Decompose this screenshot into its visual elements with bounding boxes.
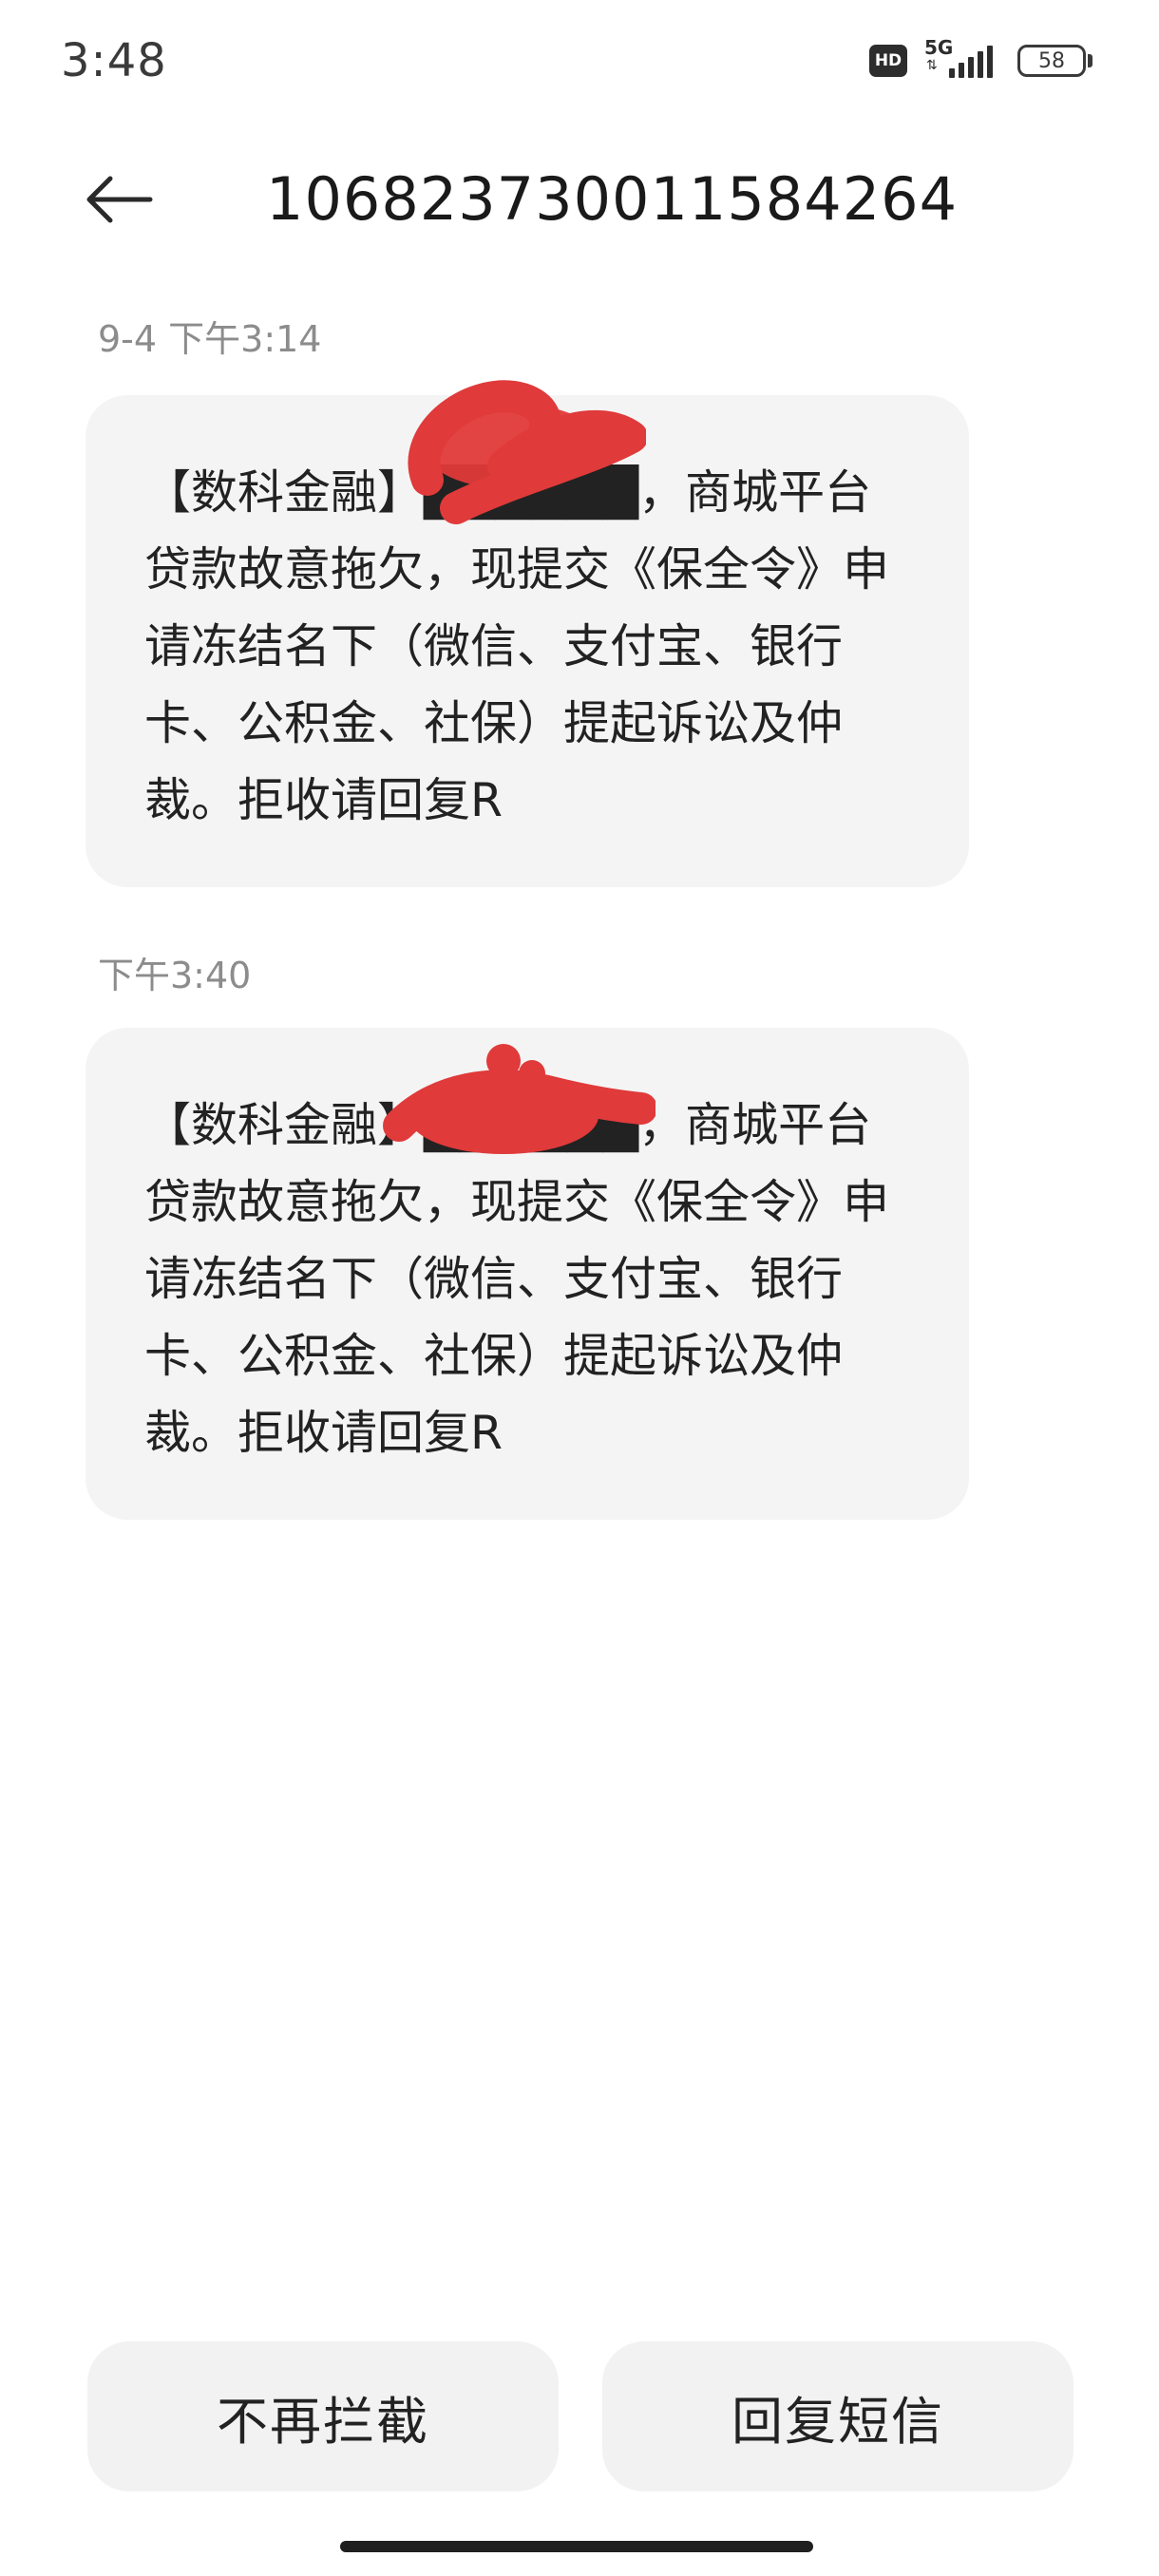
hd-icon: HD [869, 45, 907, 77]
stop-blocking-button[interactable]: 不再拦截 [87, 2341, 559, 2491]
status-time: 3:48 [61, 34, 167, 87]
sender-number: 106823730011584264 [266, 164, 959, 234]
back-button[interactable] [76, 163, 162, 236]
signal-bars [949, 46, 993, 78]
signal-icon: 5G ⇅ [924, 36, 1000, 80]
data-activity-icon: ⇅ [926, 58, 938, 73]
message-text: 【数科金融】██████，商城平台贷款故意拖欠，现提交《保全令》申请冻结名下（微… [144, 465, 890, 827]
message-text: 【数科金融】██████，商城平台贷款故意拖欠，现提交《保全令》申请冻结名下（微… [144, 1098, 890, 1460]
battery-level: 58 [1017, 45, 1086, 77]
arrow-left-icon [86, 176, 153, 223]
reply-sms-button[interactable]: 回复短信 [602, 2341, 1074, 2491]
message-bubble[interactable]: 【数科金融】██████，商城平台贷款故意拖欠，现提交《保全令》申请冻结名下（微… [86, 1028, 969, 1520]
message-bubble[interactable]: 【数科金融】██████，商城平台贷款故意拖欠，现提交《保全令》申请冻结名下（微… [86, 395, 969, 887]
conversation-header: 106823730011584264 [0, 142, 1159, 256]
home-indicator[interactable] [340, 2541, 813, 2552]
battery-icon: 58 [1017, 45, 1092, 77]
status-icons: HD 5G ⇅ 58 [869, 36, 1092, 80]
status-bar: 3:48 HD 5G ⇅ 58 [0, 0, 1159, 123]
message-timestamp: 下午3:40 [98, 955, 252, 996]
message-timestamp: 9-4 下午3:14 [98, 318, 322, 360]
